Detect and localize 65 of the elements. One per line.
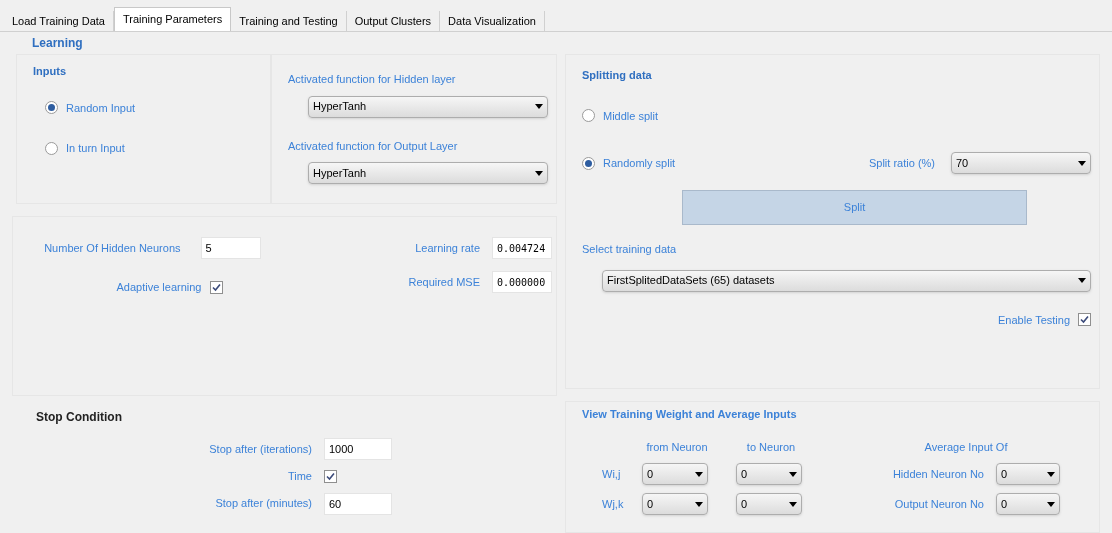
field-label: Wj,k <box>602 496 625 512</box>
field-label: Randomly split <box>603 155 676 171</box>
field-label: Output Neuron No <box>894 496 985 512</box>
tab[interactable]: Output Clusters <box>346 11 441 31</box>
dropdown[interactable]: HyperTanh <box>308 162 548 184</box>
radio-button[interactable] <box>45 101 58 115</box>
group-title: Learning <box>31 35 84 52</box>
tab[interactable]: Training and Testing <box>231 11 347 31</box>
tab[interactable]: Data Visualization <box>440 11 545 31</box>
dropdown[interactable]: 0 <box>996 493 1060 515</box>
dropdown[interactable]: 0 <box>736 463 802 485</box>
caret-icon <box>789 501 797 507</box>
field-label: Learning rate <box>415 240 480 256</box>
field-label: Hidden Neuron No <box>892 466 985 482</box>
field-label: Split ratio (%) <box>868 155 935 171</box>
caret-icon <box>1047 501 1055 507</box>
field-label: Stop after (minutes) <box>215 496 312 512</box>
input-field[interactable]: 5 <box>200 237 261 259</box>
radio-button[interactable] <box>582 109 595 123</box>
field-label: Activated function for Output Layer <box>288 138 459 154</box>
group-title: Splitting data <box>582 68 653 83</box>
field-label: Activated function for Hidden layer <box>288 72 457 87</box>
field-label: Average Input Of <box>924 439 1008 455</box>
dropdown[interactable]: 0 <box>642 493 708 515</box>
caret-icon <box>1047 471 1055 477</box>
field-label: Enable Testing <box>998 312 1070 328</box>
group-title: Stop Condition <box>35 409 123 426</box>
field-label: from Neuron <box>646 439 708 455</box>
dropdown[interactable]: 0 <box>736 493 802 515</box>
input-field[interactable]: 60 <box>324 492 392 515</box>
caret-icon <box>695 471 703 477</box>
tab[interactable]: Training Parameters <box>113 7 232 31</box>
caret-icon <box>1078 160 1086 166</box>
dropdown[interactable]: 0 <box>996 463 1060 485</box>
group-title: Inputs <box>33 64 67 79</box>
field-label: Wi,j <box>602 466 622 482</box>
tab[interactable]: Load Training Data <box>4 11 114 31</box>
caret-icon <box>789 471 797 477</box>
field-label: In turn Input <box>66 141 125 156</box>
field-label: to Neuron <box>746 439 796 455</box>
field-label: Required MSE <box>408 274 480 290</box>
field-label: Time <box>287 469 312 484</box>
input-field[interactable]: 1000 <box>324 438 392 460</box>
field-label: Random Input <box>66 100 136 116</box>
dropdown[interactable]: 70 <box>951 152 1091 174</box>
dropdown[interactable]: FirstSplitedDataSets (65) datasets <box>602 269 1091 292</box>
field-label: Select training data <box>582 242 677 257</box>
caret-icon <box>1078 278 1086 283</box>
group-title: View Training Weight and Average Inputs <box>582 407 798 422</box>
field-label: Stop after (iterations) <box>209 441 312 457</box>
caret-icon <box>535 170 543 176</box>
field-label: Middle split <box>603 108 659 124</box>
caret-icon <box>535 104 543 109</box>
input-field[interactable]: 0.000000 <box>492 271 552 293</box>
checkbox[interactable] <box>209 280 223 294</box>
caret-icon <box>695 501 703 507</box>
checkbox[interactable] <box>324 469 337 483</box>
dropdown[interactable]: HyperTanh <box>308 95 548 118</box>
checkbox[interactable] <box>1078 313 1091 327</box>
input-field[interactable]: 0.004724 <box>492 237 552 259</box>
radio-button[interactable] <box>582 156 595 170</box>
radio-button[interactable] <box>45 141 58 155</box>
field-label: Adaptive learning <box>116 280 202 295</box>
field-label: Number Of Hidden Neurons <box>44 240 181 256</box>
dropdown[interactable]: 0 <box>642 463 708 485</box>
